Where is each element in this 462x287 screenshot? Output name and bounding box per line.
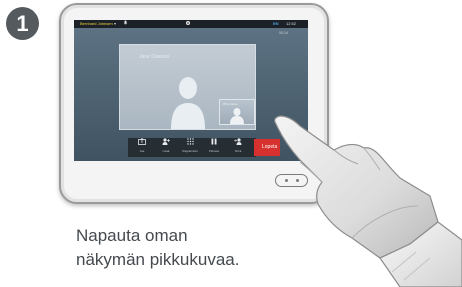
instruction-caption: Napauta oman näkymän pikkukuvaa. — [76, 224, 239, 272]
caption-line-1: Napauta oman — [76, 226, 188, 245]
caption-line-2: näkymän pikkukuvaa. — [76, 250, 240, 269]
